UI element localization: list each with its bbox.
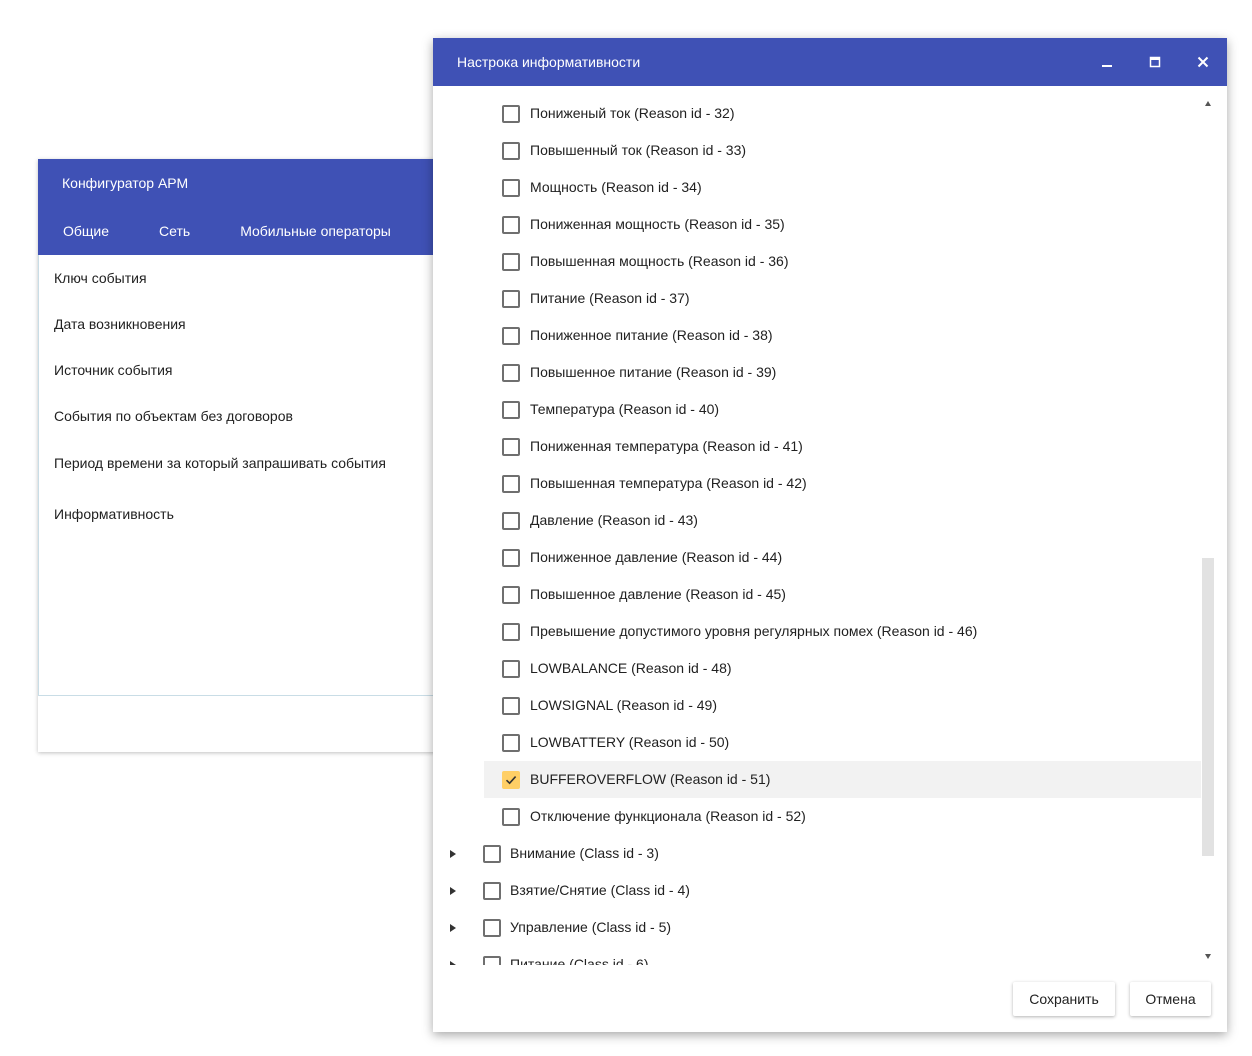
field-request-period: Период времени за который запрашивать со…	[54, 455, 386, 471]
checkbox[interactable]	[502, 438, 520, 456]
checkbox[interactable]	[502, 586, 520, 604]
checkbox[interactable]	[483, 956, 501, 965]
checkbox[interactable]	[502, 697, 520, 715]
field-occurrence-date: Дата возникновения	[54, 316, 186, 332]
check-icon	[505, 776, 517, 785]
field-event-source: Источник события	[54, 362, 173, 378]
tree-item-reason[interactable]: Пониженное давление (Reason id - 44)	[484, 539, 1201, 576]
tree-item-reason[interactable]: LOWBALANCE (Reason id - 48)	[484, 650, 1201, 687]
tab-bar: Общие Сеть Мобильные операторы	[38, 207, 448, 255]
tree-item-reason[interactable]: Повышенное давление (Reason id - 45)	[484, 576, 1201, 613]
expand-arrow-icon[interactable]	[450, 924, 456, 932]
checkbox[interactable]	[502, 290, 520, 308]
tree-item-class[interactable]: Управление (Class id - 5)	[433, 909, 1201, 946]
cancel-button[interactable]: Отмена	[1130, 982, 1211, 1016]
scroll-up-icon[interactable]	[1205, 101, 1211, 106]
tree-item-class[interactable]: Взятие/Снятие (Class id - 4)	[433, 872, 1201, 909]
tree-item-reason[interactable]: Повышенная температура (Reason id - 42)	[484, 465, 1201, 502]
checkbox[interactable]	[483, 845, 501, 863]
field-event-key: Ключ события	[54, 270, 147, 286]
tree-item-reason[interactable]: Пониженное питание (Reason id - 38)	[484, 317, 1201, 354]
scroll-down-icon[interactable]	[1205, 954, 1211, 959]
minimize-icon[interactable]	[1095, 50, 1119, 74]
checkbox[interactable]	[502, 179, 520, 197]
checkbox[interactable]	[502, 660, 520, 678]
expand-arrow-icon[interactable]	[450, 887, 456, 895]
tree-item-class[interactable]: Внимание (Class id - 3)	[433, 835, 1201, 872]
close-icon[interactable]	[1191, 50, 1215, 74]
field-events-without-contracts: События по объектам без договоров	[54, 408, 293, 424]
informativeness-dialog: Настрока информативности Пониженый ток (…	[433, 38, 1227, 1032]
checkbox[interactable]	[502, 475, 520, 493]
checkbox[interactable]	[502, 401, 520, 419]
checkbox[interactable]	[502, 364, 520, 382]
tree-item-reason[interactable]: Мощность (Reason id - 34)	[484, 169, 1201, 206]
checkbox[interactable]	[483, 919, 501, 937]
checkbox[interactable]	[502, 216, 520, 234]
scrollbar-thumb[interactable]	[1202, 558, 1214, 856]
tree-item-reason[interactable]: Повышенная мощность (Reason id - 36)	[484, 243, 1201, 280]
tree-item-reason[interactable]: Превышение допустимого уровня регулярных…	[484, 613, 1201, 650]
tree-item-reason[interactable]: Повышенное питание (Reason id - 39)	[484, 354, 1201, 391]
settings-panel: Ключ события Дата возникновения Источник…	[38, 255, 449, 696]
checkbox[interactable]	[502, 253, 520, 271]
tree-item-reason[interactable]: Пониженый ток (Reason id - 32)	[484, 95, 1201, 132]
window-title: Конфигуратор АРМ	[38, 159, 448, 207]
tab-general[interactable]: Общие	[38, 207, 134, 255]
checkbox[interactable]	[502, 808, 520, 826]
checkbox[interactable]	[502, 142, 520, 160]
field-informativeness: Информативность	[54, 506, 174, 522]
tree-item-reason[interactable]: Давление (Reason id - 43)	[484, 502, 1201, 539]
tree-item-reason[interactable]: Повышенный ток (Reason id - 33)	[484, 132, 1201, 169]
expand-arrow-icon[interactable]	[450, 961, 456, 965]
tree-item-reason[interactable]: Температура (Reason id - 40)	[484, 391, 1201, 428]
dialog-header: Настрока информативности	[433, 38, 1227, 86]
maximize-icon[interactable]	[1143, 50, 1167, 74]
checkbox[interactable]	[502, 512, 520, 530]
tree-item-reason[interactable]: LOWSIGNAL (Reason id - 49)	[484, 687, 1201, 724]
tab-network[interactable]: Сеть	[134, 207, 215, 255]
tree-item-reason[interactable]: Питание (Reason id - 37)	[484, 280, 1201, 317]
checkbox[interactable]	[502, 105, 520, 123]
tree-item-reason[interactable]: Пониженная температура (Reason id - 41)	[484, 428, 1201, 465]
checkbox[interactable]	[502, 549, 520, 567]
vertical-scrollbar[interactable]	[1199, 95, 1219, 965]
tree-item-reason[interactable]: LOWBATTERY (Reason id - 50)	[484, 724, 1201, 761]
tree-item-reason-selected[interactable]: BUFFEROVERFLOW (Reason id - 51)	[484, 761, 1201, 798]
checkbox[interactable]	[502, 734, 520, 752]
save-button[interactable]: Сохранить	[1013, 982, 1115, 1016]
checkbox[interactable]	[483, 882, 501, 900]
checkbox[interactable]	[502, 623, 520, 641]
expand-arrow-icon[interactable]	[450, 850, 456, 858]
tree-item-reason[interactable]: Пониженная мощность (Reason id - 35)	[484, 206, 1201, 243]
tree-item-class[interactable]: Питание (Class id - 6)	[433, 946, 1201, 965]
checkbox[interactable]	[502, 327, 520, 345]
dialog-title: Настрока информативности	[457, 54, 641, 70]
tab-mobile-operators[interactable]: Мобильные операторы	[215, 207, 416, 255]
tree-item-reason[interactable]: Отключение функционала (Reason id - 52)	[484, 798, 1201, 835]
checkbox-checked[interactable]	[502, 771, 520, 789]
tree-list: Пониженый ток (Reason id - 32) Повышенны…	[433, 95, 1201, 965]
configurator-window: Конфигуратор АРМ Общие Сеть Мобильные оп…	[38, 159, 449, 752]
